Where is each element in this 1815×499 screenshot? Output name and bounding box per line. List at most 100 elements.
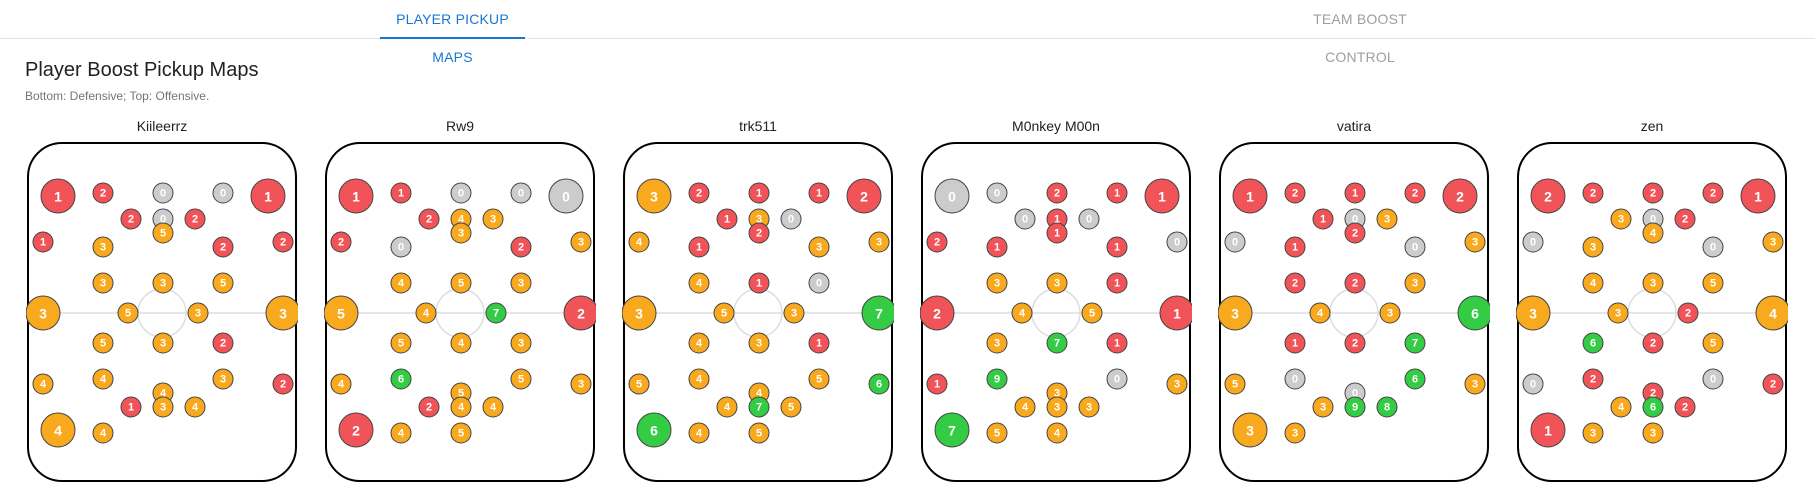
boost-pad-marker: 1 [986,236,1008,258]
boost-pad-marker: 9 [1344,396,1366,418]
boost-pad-count: 5 [220,278,226,290]
boost-pickup-map: 2 2 2 2 13 0 20 340 34 3 53 3 2 46 2 50 220 24 6 21 3 3 [1516,142,1788,482]
boost-pad-count: 5 [458,428,464,440]
boost-pad-count: 3 [160,278,166,290]
boost-pad-count: 1 [40,237,46,249]
boost-pad-count: 2 [338,237,344,249]
boost-pad-marker: 2 [1442,178,1478,214]
boost-pad-count: 1 [696,242,702,254]
boost-pad-count: 1 [1114,188,1120,200]
boost-pad-marker: 6 [390,368,412,390]
boost-pad-count: 2 [1292,278,1298,290]
boost-pad-count: 2 [1352,228,1358,240]
boost-pad-marker: 4 [628,231,650,253]
boost-pad-marker: 2 [272,373,294,395]
boost-pad-marker: 2 [418,208,440,230]
boost-pad-marker: 4 [1011,302,1033,324]
boost-pad-marker: 2 [92,182,114,204]
boost-pad-marker: 9 [986,368,1008,390]
boost-pad-count: 4 [1590,278,1597,290]
boost-pad-marker: 2 [212,332,234,354]
boost-pad-marker: 2 [1582,368,1604,390]
boost-pad-marker: 7 [748,396,770,418]
boost-pad-count: 4 [192,402,199,414]
boost-pad-count: 3 [220,374,226,386]
boost-pad-marker: 3 [1218,295,1253,331]
boost-pad-marker: 3 [92,272,114,294]
boost-pad-count: 5 [398,338,404,350]
boost-pad-count: 6 [398,374,404,386]
boost-pad-marker: 7 [485,302,507,324]
boost-pad-marker: 3 [986,272,1008,294]
boost-pad-count: 5 [1089,308,1095,320]
boost-pad-count: 7 [1054,338,1060,350]
boost-pad-marker: 4 [482,396,504,418]
boost-pad-count: 0 [562,189,570,205]
boost-pad-marker: 0 [1284,368,1306,390]
boost-pad-marker: 3 [1610,208,1632,230]
boost-pad-count: 3 [1650,428,1656,440]
boost-pad-count: 2 [128,214,134,226]
boost-pad-marker: 1 [390,182,412,204]
boost-pad-marker: 4 [40,412,76,448]
boost-pad-marker: 1 [1344,182,1366,204]
boost-pad-marker: 4 [716,396,738,418]
boost-pad-marker: 0 [510,182,532,204]
boost-pad-count: 3 [816,242,822,254]
boost-pad-marker: 2 [330,231,352,253]
boost-pad-count: 3 [578,379,584,391]
boost-pad-count: 2 [1770,379,1776,391]
boost-pad-count: 6 [1590,338,1596,350]
boost-pad-marker: 0 [1522,231,1544,253]
boost-pad-count: 1 [264,189,272,205]
boost-pad-marker: 3 [187,302,209,324]
boost-pad-count: 2 [1456,189,1464,205]
section-title: Player Boost Pickup Maps [25,59,259,81]
boost-pad-count: 2 [518,242,524,254]
boost-pad-count: 4 [398,278,405,290]
boost-pad-count: 3 [1054,278,1060,290]
boost-pad-count: 2 [1685,308,1691,320]
boost-pad-count: 3 [635,306,643,322]
boost-pad-marker: 7 [1404,332,1426,354]
boost-pad-marker: 3 [152,332,174,354]
boost-pad-count: 2 [696,188,702,200]
boost-pad-marker: 4 [450,332,472,354]
boost-pad-marker: 2 [272,231,294,253]
boost-pad-count: 4 [696,374,703,386]
boost-pad-count: 4 [1769,306,1777,322]
boost-pad-marker: 1 [338,178,374,214]
tab-player-pickup-maps[interactable]: PLAYER PICKUP MAPS [380,0,525,65]
boost-pad-marker: 5 [808,368,830,390]
boost-pad-marker: 4 [1642,222,1664,244]
boost-pad-count: 6 [1412,374,1418,386]
boost-pad-marker: 5 [117,302,139,324]
boost-pad-count: 0 [1022,214,1028,226]
boost-pad-marker: 6 [1457,295,1490,331]
boost-pad-count: 1 [1114,278,1120,290]
tab-bar: PLAYER PICKUP MAPS TEAM BOOST CONTROL [0,0,1815,65]
boost-pad-marker: 5 [748,422,770,444]
boost-pad-count: 2 [220,338,226,350]
boost-pad-marker: 1 [1144,178,1180,214]
tab-team-boost-control[interactable]: TEAM BOOST CONTROL [1280,0,1440,65]
boost-pad-marker: 3 [1284,422,1306,444]
boost-pad-count: 2 [1292,188,1298,200]
boost-pad-count: 5 [636,379,642,391]
boost-pad-count: 3 [1292,428,1298,440]
boost-pad-count: 3 [1320,402,1326,414]
boost-pad-count: 4 [338,379,345,391]
boost-pad-marker: 2 [846,178,882,214]
boost-pad-count: 2 [1710,188,1716,200]
boost-pad-marker: 0 [1702,236,1724,258]
boost-pad-count: 3 [1387,308,1393,320]
boost-pad-count: 1 [816,188,822,200]
boost-pad-marker: 5 [1702,332,1724,354]
boost-pad-marker: 3 [152,272,174,294]
boost-pad-marker: 3 [1404,272,1426,294]
boost-pad-marker: 2 [418,396,440,418]
boost-pad-marker: 4 [688,422,710,444]
boost-pad-count: 7 [948,423,956,439]
boost-pad-marker: 5 [152,222,174,244]
boost-pad-count: 1 [994,242,1000,254]
